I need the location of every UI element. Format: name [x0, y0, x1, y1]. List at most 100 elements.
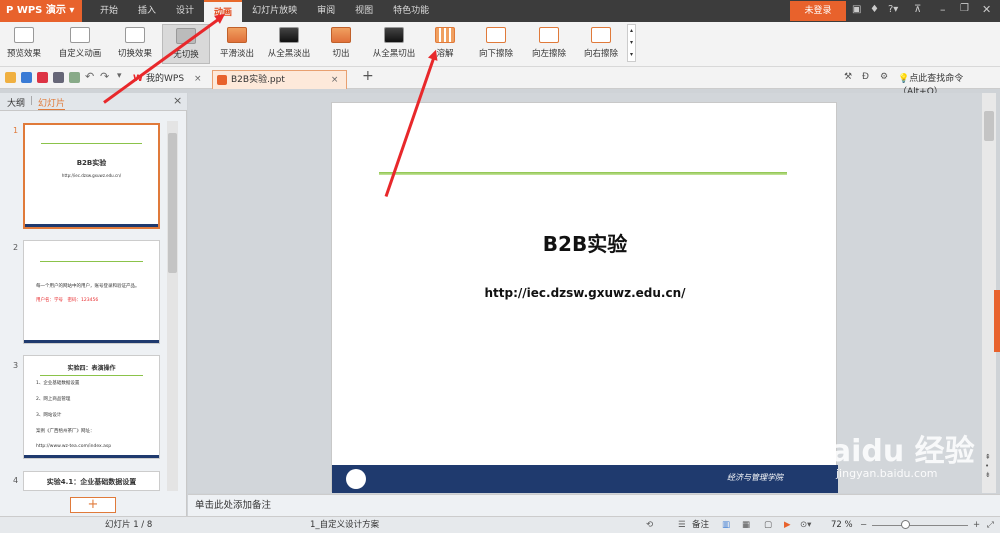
scroll-thumb[interactable]	[984, 111, 994, 141]
notes-icon[interactable]: ☰	[678, 517, 686, 533]
cut-black-button[interactable]: 从全黑切出	[366, 24, 422, 64]
dissolve-icon	[435, 27, 455, 43]
skin-icon[interactable]: ▣	[852, 4, 861, 15]
notes-area[interactable]: 单击此处添加备注	[188, 494, 1000, 516]
print-icon[interactable]	[53, 72, 64, 83]
cut-icon	[331, 27, 351, 43]
design-scheme: 1_自定义设计方案	[310, 520, 380, 530]
notes-toggle-button[interactable]: 备注	[692, 517, 709, 533]
normal-view-icon[interactable]: ▥	[722, 517, 730, 533]
settings-icon[interactable]: ⚙	[880, 72, 888, 82]
undo-icon[interactable]: ↶	[85, 70, 94, 83]
restore-icon[interactable]: ❐	[960, 3, 969, 14]
close-icon[interactable]: ✕	[982, 3, 991, 16]
page-nav-icon[interactable]: ⇞ • ⇟	[985, 453, 991, 480]
fade-smooth-icon	[227, 27, 247, 43]
history-icon[interactable]: ⟲	[646, 517, 653, 533]
tab-review[interactable]: 审阅	[307, 0, 345, 22]
fade-black-icon	[279, 27, 299, 43]
slide-subtitle[interactable]: http://iec.dzsw.gxuwz.edu.cn/	[332, 286, 838, 300]
open-icon[interactable]	[5, 72, 16, 83]
preview-icon	[14, 27, 34, 43]
tab-home[interactable]: 开始	[90, 0, 128, 22]
close-tab-icon[interactable]: ×	[194, 74, 202, 84]
help-icon[interactable]: ?▾	[888, 4, 898, 15]
tab-view[interactable]: 视图	[345, 0, 383, 22]
slide-thumbnail-3[interactable]: 实验四：表演操作 1、企业基础数据设置 2、网上商品管理 3、网站设计 案例《广…	[23, 355, 160, 459]
custom-animation-button[interactable]: 自定义动画	[54, 24, 106, 64]
close-tab-icon[interactable]: ×	[331, 75, 339, 85]
reading-view-icon[interactable]: ▢	[764, 517, 772, 533]
side-panel-toggle[interactable]	[994, 290, 1000, 352]
transition-effect-button[interactable]: 切换效果	[114, 24, 156, 64]
tab-outline[interactable]: 大纲	[7, 96, 25, 109]
ribbon: 预览效果 自定义动画 切换效果 无切换 平滑淡出 从全黑淡出 切出 从全黑切出 …	[0, 22, 1000, 67]
cut-black-icon	[384, 27, 404, 43]
tab-document[interactable]: B2B实验.ppt ×	[212, 70, 348, 89]
slide-canvas: B2B实验 http://iec.dzsw.gxuwz.edu.cn/ 经济与管…	[188, 93, 996, 493]
custom-animation-icon	[70, 27, 90, 43]
tab-insert[interactable]: 插入	[128, 0, 166, 22]
status-bar: 幻灯片 1 / 8 1_自定义设计方案 ⟲ ☰ 备注 ▥ ▦ ▢ ▶ ⊙▾ 72…	[0, 516, 1000, 533]
close-panel-icon[interactable]: ×	[173, 94, 182, 107]
tab-slides[interactable]: 幻灯片	[38, 96, 66, 110]
wipe-down-icon	[486, 27, 506, 43]
fade-smooth-button[interactable]: 平滑淡出	[216, 24, 258, 64]
current-slide[interactable]: B2B实验 http://iec.dzsw.gxuwz.edu.cn/ 经济与管…	[331, 102, 838, 493]
shirt-icon[interactable]: ♦	[870, 4, 879, 15]
baidu-watermark: Baidu 经验	[808, 434, 975, 469]
tab-slideshow[interactable]: 幻灯片放映	[242, 0, 307, 22]
school-logo-icon	[346, 469, 366, 489]
backup-icon[interactable]: Ð	[862, 72, 869, 82]
panel-header: 大纲 | 幻灯片 ×	[0, 93, 187, 111]
zoom-out-icon[interactable]: −	[860, 517, 867, 533]
dropdown-icon[interactable]: ▾	[117, 71, 122, 81]
lightbulb-icon: 💡	[898, 74, 910, 84]
add-slide-button[interactable]: +	[70, 497, 116, 513]
redo-icon[interactable]: ↷	[100, 70, 109, 83]
export-pdf-icon[interactable]	[37, 72, 48, 83]
menu-tabs: 开始 插入 设计 动画 幻灯片放映 审阅 视图 特色功能	[90, 0, 439, 22]
slide-thumbnail-4[interactable]: 实验4.1：企业基础数据设置	[23, 471, 160, 491]
save-icon[interactable]	[21, 72, 32, 83]
upload-icon[interactable]: ⊼	[914, 4, 921, 15]
wipe-right-icon	[591, 27, 611, 43]
scroll-thumb[interactable]	[168, 133, 177, 273]
share-icon[interactable]: ⚒	[844, 72, 852, 82]
title-bar: P WPS 演示 ▾ 开始 插入 设计 动画 幻灯片放映 审阅 视图 特色功能 …	[0, 0, 1000, 22]
title-divider	[379, 172, 787, 175]
preview-print-icon[interactable]	[69, 72, 80, 83]
cut-button[interactable]: 切出	[326, 24, 356, 64]
transition-icon	[125, 27, 145, 43]
slide-title[interactable]: B2B实验	[332, 228, 838, 257]
zoom-slider-handle[interactable]	[901, 520, 910, 529]
slide-thumbnail-1[interactable]: B2B实验 http://iec.dzsw.gxuwz.edu.cn/	[23, 123, 160, 229]
login-button[interactable]: 未登录	[790, 1, 846, 21]
wipe-down-button[interactable]: 向下擦除	[472, 24, 520, 64]
slides-panel: 大纲 | 幻灯片 × 1 B2B实验 http://iec.dzsw.gxuwz…	[0, 93, 187, 516]
play-icon[interactable]: ⊙▾	[800, 517, 811, 533]
slide-counter: 幻灯片 1 / 8	[105, 520, 153, 530]
app-menu-button[interactable]: P WPS 演示 ▾	[0, 0, 82, 22]
zoom-in-icon[interactable]: +	[973, 517, 980, 533]
wipe-left-icon	[539, 27, 559, 43]
thumbnail-scrollbar[interactable]	[167, 121, 178, 491]
sorter-view-icon[interactable]: ▦	[742, 517, 750, 533]
zoom-slider[interactable]	[872, 525, 968, 526]
slide-thumbnail-2[interactable]: 每一个用户的网站中的用户，账号登录和验证产品。 用户名：学号 密码：123456	[23, 240, 160, 344]
new-tab-icon[interactable]: +	[362, 68, 374, 84]
fit-window-icon[interactable]: ⤢	[987, 517, 994, 533]
ppt-file-icon	[217, 75, 227, 85]
wipe-right-button[interactable]: 向右擦除	[578, 24, 624, 64]
tab-special[interactable]: 特色功能	[383, 0, 439, 22]
fade-black-button[interactable]: 从全黑淡出	[264, 24, 314, 64]
minimize-icon[interactable]: –	[940, 3, 946, 16]
slide-footer-band: 经济与管理学院	[332, 465, 838, 493]
tab-design[interactable]: 设计	[166, 0, 204, 22]
gallery-scroll[interactable]: ▴ ▾ ▾	[627, 24, 636, 62]
app-logo-icon: P	[6, 5, 17, 16]
wipe-left-button[interactable]: 向左擦除	[526, 24, 572, 64]
preview-button[interactable]: 预览效果	[4, 24, 44, 64]
zoom-level[interactable]: 72 %	[831, 517, 853, 533]
slideshow-icon[interactable]: ▶	[784, 517, 791, 533]
